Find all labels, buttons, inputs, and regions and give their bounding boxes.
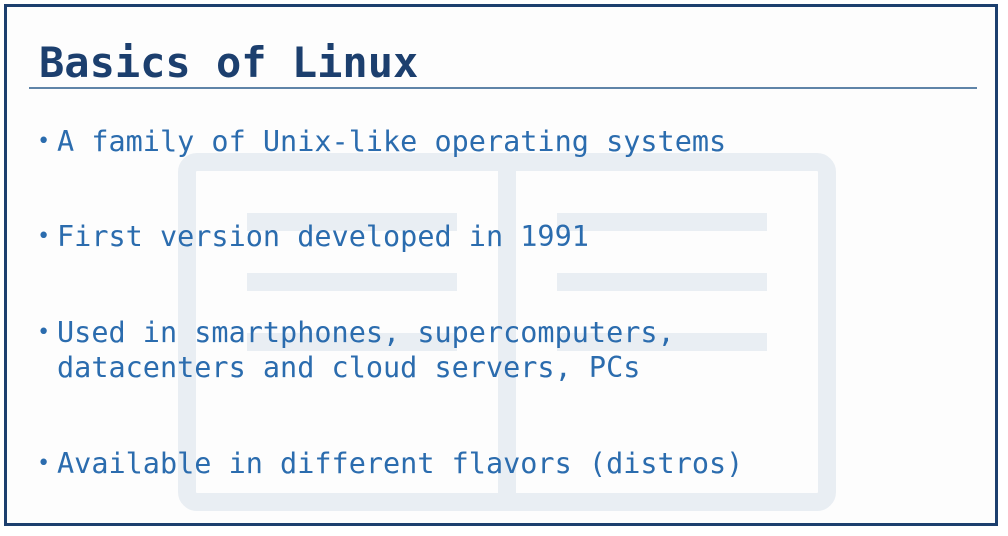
bullet-item: • First version developed in 1991: [37, 219, 957, 255]
bullet-dot-icon: •: [37, 224, 51, 249]
bullet-text: A family of Unix-like operating systems: [57, 125, 727, 158]
bullet-text: First version developed in 1991: [57, 220, 589, 253]
bullet-item: • Available in different flavors (distro…: [37, 446, 957, 482]
bullet-dot-icon: •: [37, 451, 51, 476]
bullet-text: Used in smartphones, supercomputers, dat…: [57, 316, 675, 384]
title-divider: [29, 87, 977, 89]
slide-frame: Basics of Linux • A family of Unix-like …: [4, 4, 998, 526]
bullet-item: • Used in smartphones, supercomputers, d…: [37, 315, 957, 385]
bullet-dot-icon: •: [37, 320, 51, 345]
bullet-item: • A family of Unix-like operating system…: [37, 124, 957, 160]
bullet-text: Available in different flavors (distros): [57, 447, 744, 480]
slide-title: Basics of Linux: [39, 38, 419, 87]
bullet-dot-icon: •: [37, 129, 51, 154]
